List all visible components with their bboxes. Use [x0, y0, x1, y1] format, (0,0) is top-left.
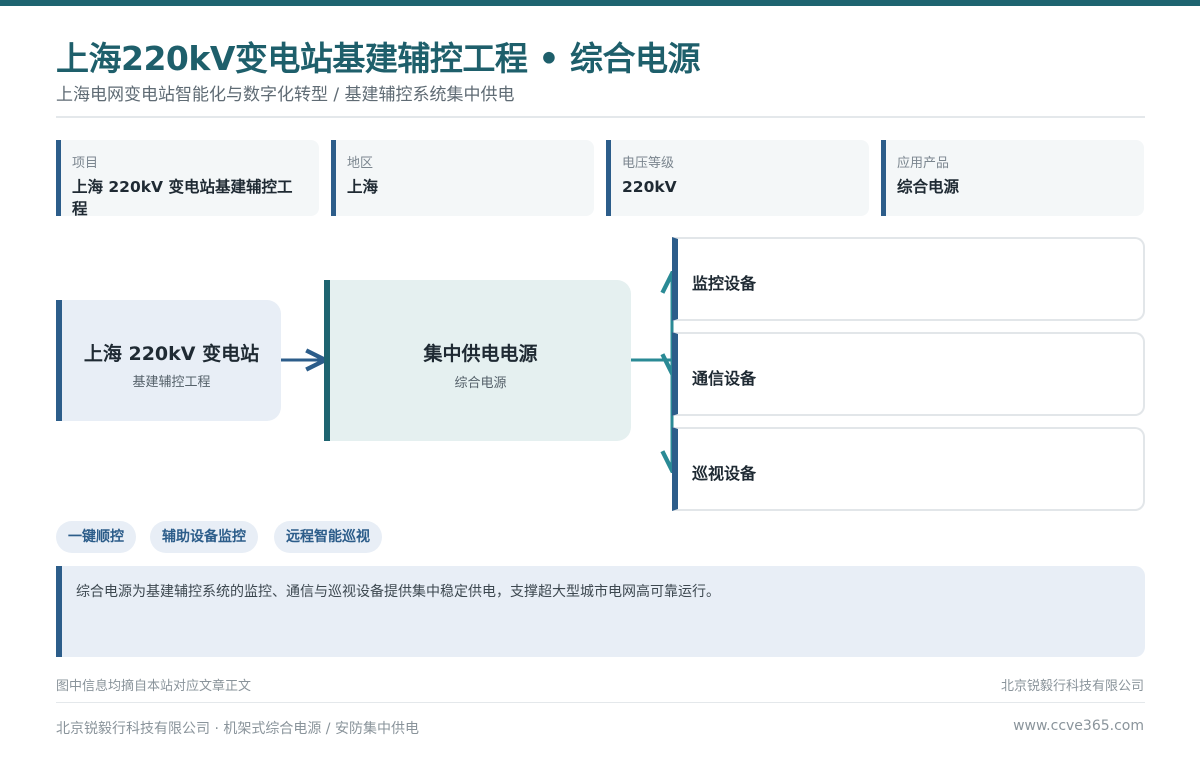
device-patrol: 巡视设备: [672, 427, 1145, 511]
header-divider: [56, 116, 1145, 118]
info-card-value: 上海: [347, 178, 379, 196]
info-card-value: 综合电源: [897, 178, 960, 196]
info-card-label: 项目: [72, 156, 99, 171]
power-hub-node-title: 集中供电电源: [423, 343, 538, 365]
info-card-product: 应用产品 综合电源: [881, 140, 1144, 216]
tag-aux-equipment-monitoring: 辅助设备监控: [150, 521, 258, 553]
source-company: 北京锐毅行科技有限公司: [1000, 679, 1144, 694]
info-card-value: 220kV: [622, 178, 677, 196]
substation-node-title: 上海 220kV 变电站: [83, 343, 260, 365]
tag-remote-intelligent-patrol: 远程智能巡视: [274, 521, 382, 553]
page-title: 上海220kV变电站基建辅控工程 • 综合电源: [56, 39, 700, 78]
device-label: 巡视设备: [692, 464, 757, 483]
info-card-value: 上海 220kV 变电站基建辅控工程: [72, 178, 293, 218]
tag-one-key-sequential-control: 一键顺控: [56, 521, 136, 553]
info-card-label: 应用产品: [897, 156, 950, 171]
device-communication: 通信设备: [672, 332, 1145, 416]
info-card-voltage: 电压等级 220kV: [606, 140, 869, 216]
device-label: 监控设备: [692, 274, 757, 293]
source-note: 图中信息均摘自本站对应文章正文: [56, 679, 252, 694]
substation-node-subtitle: 基建辅控工程: [132, 375, 211, 390]
summary-note: 综合电源为基建辅控系统的监控、通信与巡视设备提供集中稳定供电，支撑超大型城市电网…: [56, 566, 1145, 657]
power-hub-node-subtitle: 综合电源: [454, 376, 507, 391]
info-card-label: 电压等级: [622, 156, 675, 171]
info-card-region: 地区 上海: [331, 140, 594, 216]
info-card-label: 地区: [347, 156, 374, 171]
device-monitoring: 监控设备: [672, 237, 1145, 321]
device-label: 通信设备: [692, 369, 757, 388]
footer-divider: [56, 702, 1145, 703]
power-hub-node: 集中供电电源 综合电源: [324, 280, 631, 441]
footer-website-link[interactable]: www.ccve365.com: [1013, 718, 1144, 734]
info-card-project: 项目 上海 220kV 变电站基建辅控工程: [56, 140, 319, 218]
substation-node: 上海 220kV 变电站 基建辅控工程: [56, 300, 281, 421]
footer-company-products: 北京锐毅行科技有限公司 · 机架式综合电源 / 安防集中供电: [56, 721, 419, 737]
page-subtitle: 上海电网变电站智能化与数字化转型 / 基建辅控系统集中供电: [56, 85, 515, 105]
top-accent-bar: [0, 0, 1200, 6]
